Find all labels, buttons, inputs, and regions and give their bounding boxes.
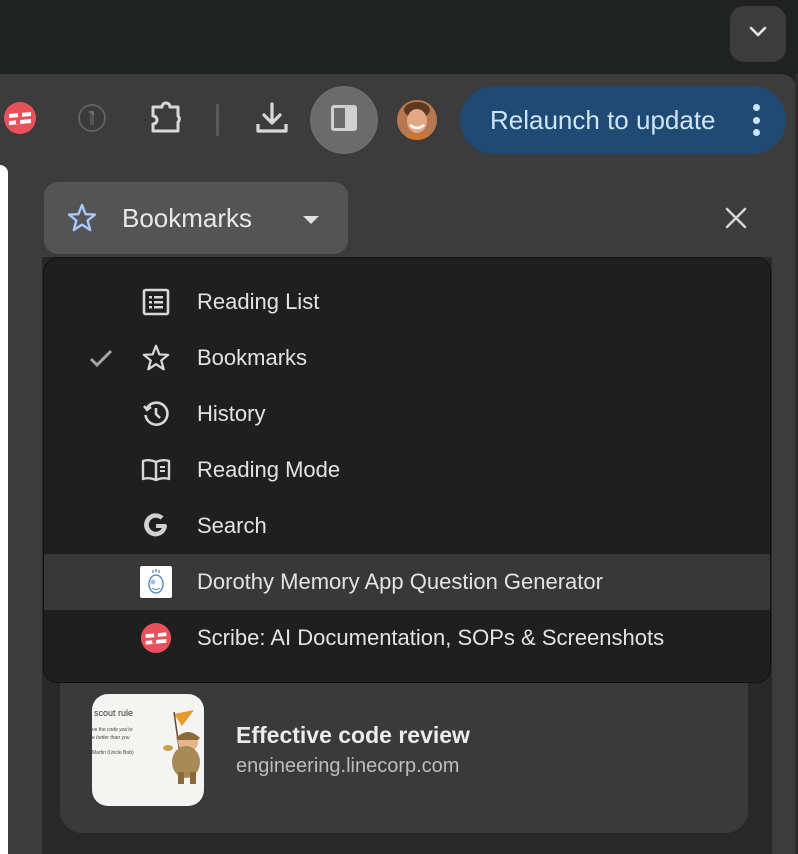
menu-item-label: Bookmarks <box>197 345 308 370</box>
side-panel-menu: Reading List Bookmarks History Reading M… <box>43 257 771 683</box>
menu-item-dorothy[interactable]: Dorothy Memory App Question Generator <box>44 554 770 610</box>
side-panel-icon <box>329 103 359 138</box>
thumbnail-quote-line: e better than you <box>92 735 130 741</box>
menu-item-reading-list[interactable]: Reading List <box>44 274 770 330</box>
scribe-extension-button[interactable] <box>2 101 38 140</box>
profile-avatar[interactable] <box>397 100 437 140</box>
puzzle-icon <box>148 100 184 141</box>
thumbnail-quote: ve the code you're e better than you <box>92 726 133 742</box>
1password-extension-button[interactable] <box>76 103 108 138</box>
dropdown-arrow-icon <box>302 212 320 230</box>
side-panel-border <box>772 165 795 854</box>
google-icon <box>140 510 172 542</box>
1password-icon <box>77 103 107 138</box>
menu-item-history[interactable]: History <box>44 386 770 442</box>
star-icon <box>140 342 172 374</box>
scribe-icon <box>140 622 172 654</box>
close-side-panel-button[interactable] <box>716 200 756 240</box>
toolbar-divider <box>216 104 219 136</box>
tab-search-button[interactable] <box>730 6 786 62</box>
avatar-image <box>397 100 437 140</box>
side-panel-border <box>8 165 42 854</box>
menu-item-scribe[interactable]: Scribe: AI Documentation, SOPs & Screens… <box>44 610 770 666</box>
selector-label: Bookmarks <box>122 202 253 233</box>
menu-item-bookmarks[interactable]: Bookmarks <box>44 330 770 386</box>
menu-item-label: History <box>197 401 266 426</box>
side-panel-selector[interactable]: Bookmarks <box>44 182 348 254</box>
reading-mode-icon <box>140 454 172 486</box>
title-bar <box>0 0 798 74</box>
menu-item-reading-mode[interactable]: Reading Mode <box>44 442 770 498</box>
bookmark-url: engineering.linecorp.com <box>236 755 460 777</box>
relaunch-label: Relaunch to update <box>490 104 716 135</box>
menu-item-label: Search <box>197 513 267 538</box>
thumbnail-heading: scout rule <box>94 708 134 718</box>
downloads-button[interactable] <box>252 100 292 140</box>
side-panel-button[interactable] <box>310 86 378 154</box>
download-icon <box>254 100 290 141</box>
scribe-icon <box>3 101 37 140</box>
chevron-down-icon <box>748 25 768 44</box>
thumbnail-author: Martin (Uncle Bob) <box>92 750 134 756</box>
dorothy-icon <box>140 566 172 598</box>
close-icon <box>725 207 747 234</box>
bookmark-title[interactable]: Effective code review <box>236 722 470 749</box>
thumbnail-quote-line: ve the code you're <box>92 727 133 733</box>
history-icon <box>140 398 172 430</box>
more-vert-icon[interactable] <box>752 104 760 136</box>
menu-item-label: Dorothy Memory App Question Generator <box>197 569 603 594</box>
checkmark-icon <box>88 345 114 371</box>
relaunch-to-update-button[interactable]: Relaunch to update <box>460 86 786 154</box>
page-content-edge <box>0 165 8 854</box>
thumbnail-illustration <box>163 710 200 784</box>
menu-item-label: Reading Mode <box>197 457 341 482</box>
bookmark-thumbnail: scout rule ve the code you're e better th… <box>92 694 204 806</box>
menu-item-label: Scribe: AI Documentation, SOPs & Screens… <box>197 625 665 650</box>
reading-list-icon <box>140 286 172 318</box>
menu-item-label: Reading List <box>197 289 320 314</box>
extensions-button[interactable] <box>146 100 186 140</box>
menu-item-search[interactable]: Search <box>44 498 770 554</box>
star-icon <box>66 202 98 239</box>
